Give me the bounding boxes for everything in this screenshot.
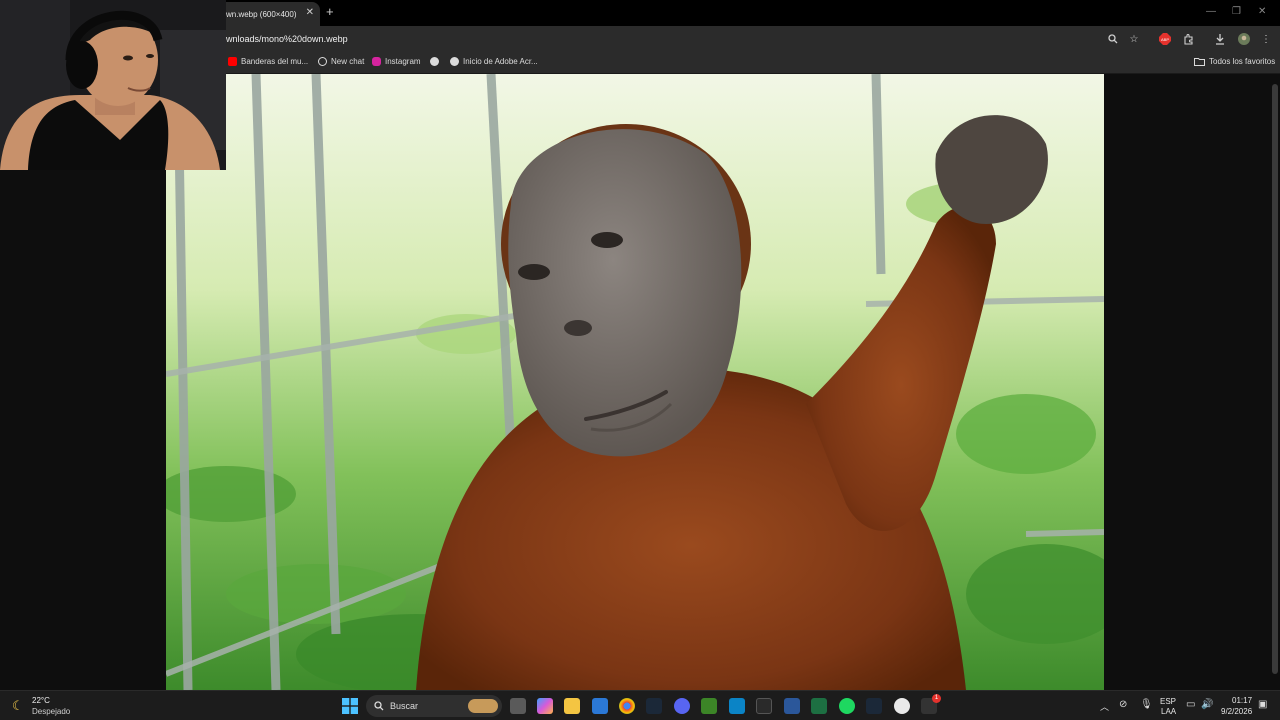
notifications-icon[interactable]: ▣ xyxy=(1258,699,1267,710)
tab-title: wn.webp (600×400) xyxy=(226,9,297,19)
svg-text:ABP: ABP xyxy=(1161,37,1169,42)
excel-icon[interactable] xyxy=(811,698,827,714)
bookmark-globe[interactable] xyxy=(430,57,439,66)
minecraft-icon[interactable] xyxy=(701,698,717,714)
weather-description[interactable]: Despejado xyxy=(32,707,70,716)
globe-icon xyxy=(450,57,459,66)
browser-tab[interactable]: wn.webp (600×400) ✕ xyxy=(214,2,320,26)
address-bar[interactable]: wnloads/mono%20down.webp xyxy=(226,34,348,44)
profile-avatar-icon[interactable] xyxy=(1237,32,1251,46)
openai-icon xyxy=(318,57,327,66)
bookmark-new-chat[interactable]: New chat xyxy=(318,57,364,66)
obs-icon[interactable] xyxy=(894,698,910,714)
display-icon[interactable]: ▭ xyxy=(1186,699,1195,710)
tray-chevron-icon[interactable]: ︿ xyxy=(1100,700,1109,713)
instagram-icon xyxy=(372,57,381,66)
close-tab-icon[interactable]: ✕ xyxy=(306,7,314,18)
search-placeholder: Buscar xyxy=(390,701,419,711)
folder-icon xyxy=(1194,58,1205,66)
bookmark-star-icon[interactable]: ☆ xyxy=(1127,32,1141,46)
download-icon[interactable] xyxy=(1213,32,1227,46)
bookmark-adobe[interactable]: Inicio de Adobe Acr... xyxy=(450,57,538,66)
volume-icon[interactable]: 🔊 xyxy=(1201,699,1213,710)
search-highlight-image xyxy=(468,699,498,713)
discord-icon[interactable] xyxy=(674,698,690,714)
moon-weather-icon: ☾ xyxy=(12,698,24,713)
minimize-icon[interactable]: — xyxy=(1206,6,1216,17)
globe-icon xyxy=(430,57,439,66)
language-bottom[interactable]: LAA xyxy=(1161,707,1176,716)
chrome-icon[interactable] xyxy=(619,698,635,714)
adblock-extension-icon[interactable]: ABP xyxy=(1158,32,1172,46)
zoom-icon[interactable] xyxy=(1106,32,1120,46)
scrollbar[interactable] xyxy=(1272,84,1278,674)
search-icon xyxy=(374,701,384,711)
file-explorer-icon[interactable] xyxy=(564,698,580,714)
weather-temperature[interactable]: 22°C xyxy=(32,696,50,705)
network-off-icon[interactable]: ⊘ xyxy=(1119,699,1127,710)
taskbar: ☾ 22°C Despejado Buscar 1 ︿ ⊘ 🎙 ESP LAA … xyxy=(0,690,1280,720)
language-top[interactable]: ESP xyxy=(1160,697,1176,706)
webcam-overlay xyxy=(0,0,226,170)
copilot-icon[interactable] xyxy=(537,698,553,714)
steam-icon[interactable] xyxy=(646,698,662,714)
microphone-icon[interactable]: 🎙 xyxy=(1140,699,1153,710)
steam-icon-2[interactable] xyxy=(866,698,882,714)
maximize-icon[interactable]: ❐ xyxy=(1232,6,1241,17)
bookmark-banderas[interactable]: Banderas del mu... xyxy=(228,57,308,66)
youtube-icon xyxy=(228,57,237,66)
close-window-icon[interactable]: ✕ xyxy=(1258,6,1266,17)
app-with-badge-icon[interactable]: 1 xyxy=(921,694,941,714)
taskbar-search[interactable]: Buscar xyxy=(366,695,502,717)
clock-date[interactable]: 9/2/2026 xyxy=(1221,707,1252,716)
word-icon[interactable] xyxy=(784,698,800,714)
windows-start-icon[interactable] xyxy=(342,698,358,719)
new-tab-button[interactable]: + xyxy=(326,4,334,19)
clock-time[interactable]: 01:17 xyxy=(1232,696,1252,705)
mail-icon[interactable] xyxy=(592,698,608,714)
extensions-icon[interactable] xyxy=(1181,32,1195,46)
task-view-icon[interactable] xyxy=(510,698,526,714)
spotify-icon[interactable] xyxy=(839,698,855,714)
all-favorites-folder[interactable]: Todos los favoritos xyxy=(1194,57,1275,66)
epic-games-icon[interactable] xyxy=(756,698,772,714)
menu-kebab-icon[interactable]: ⋮ xyxy=(1259,32,1273,46)
store-icon[interactable] xyxy=(729,698,745,714)
orangutan-photo xyxy=(166,74,1104,690)
bookmark-instagram[interactable]: Instagram xyxy=(372,57,421,66)
notification-badge: 1 xyxy=(932,694,941,703)
